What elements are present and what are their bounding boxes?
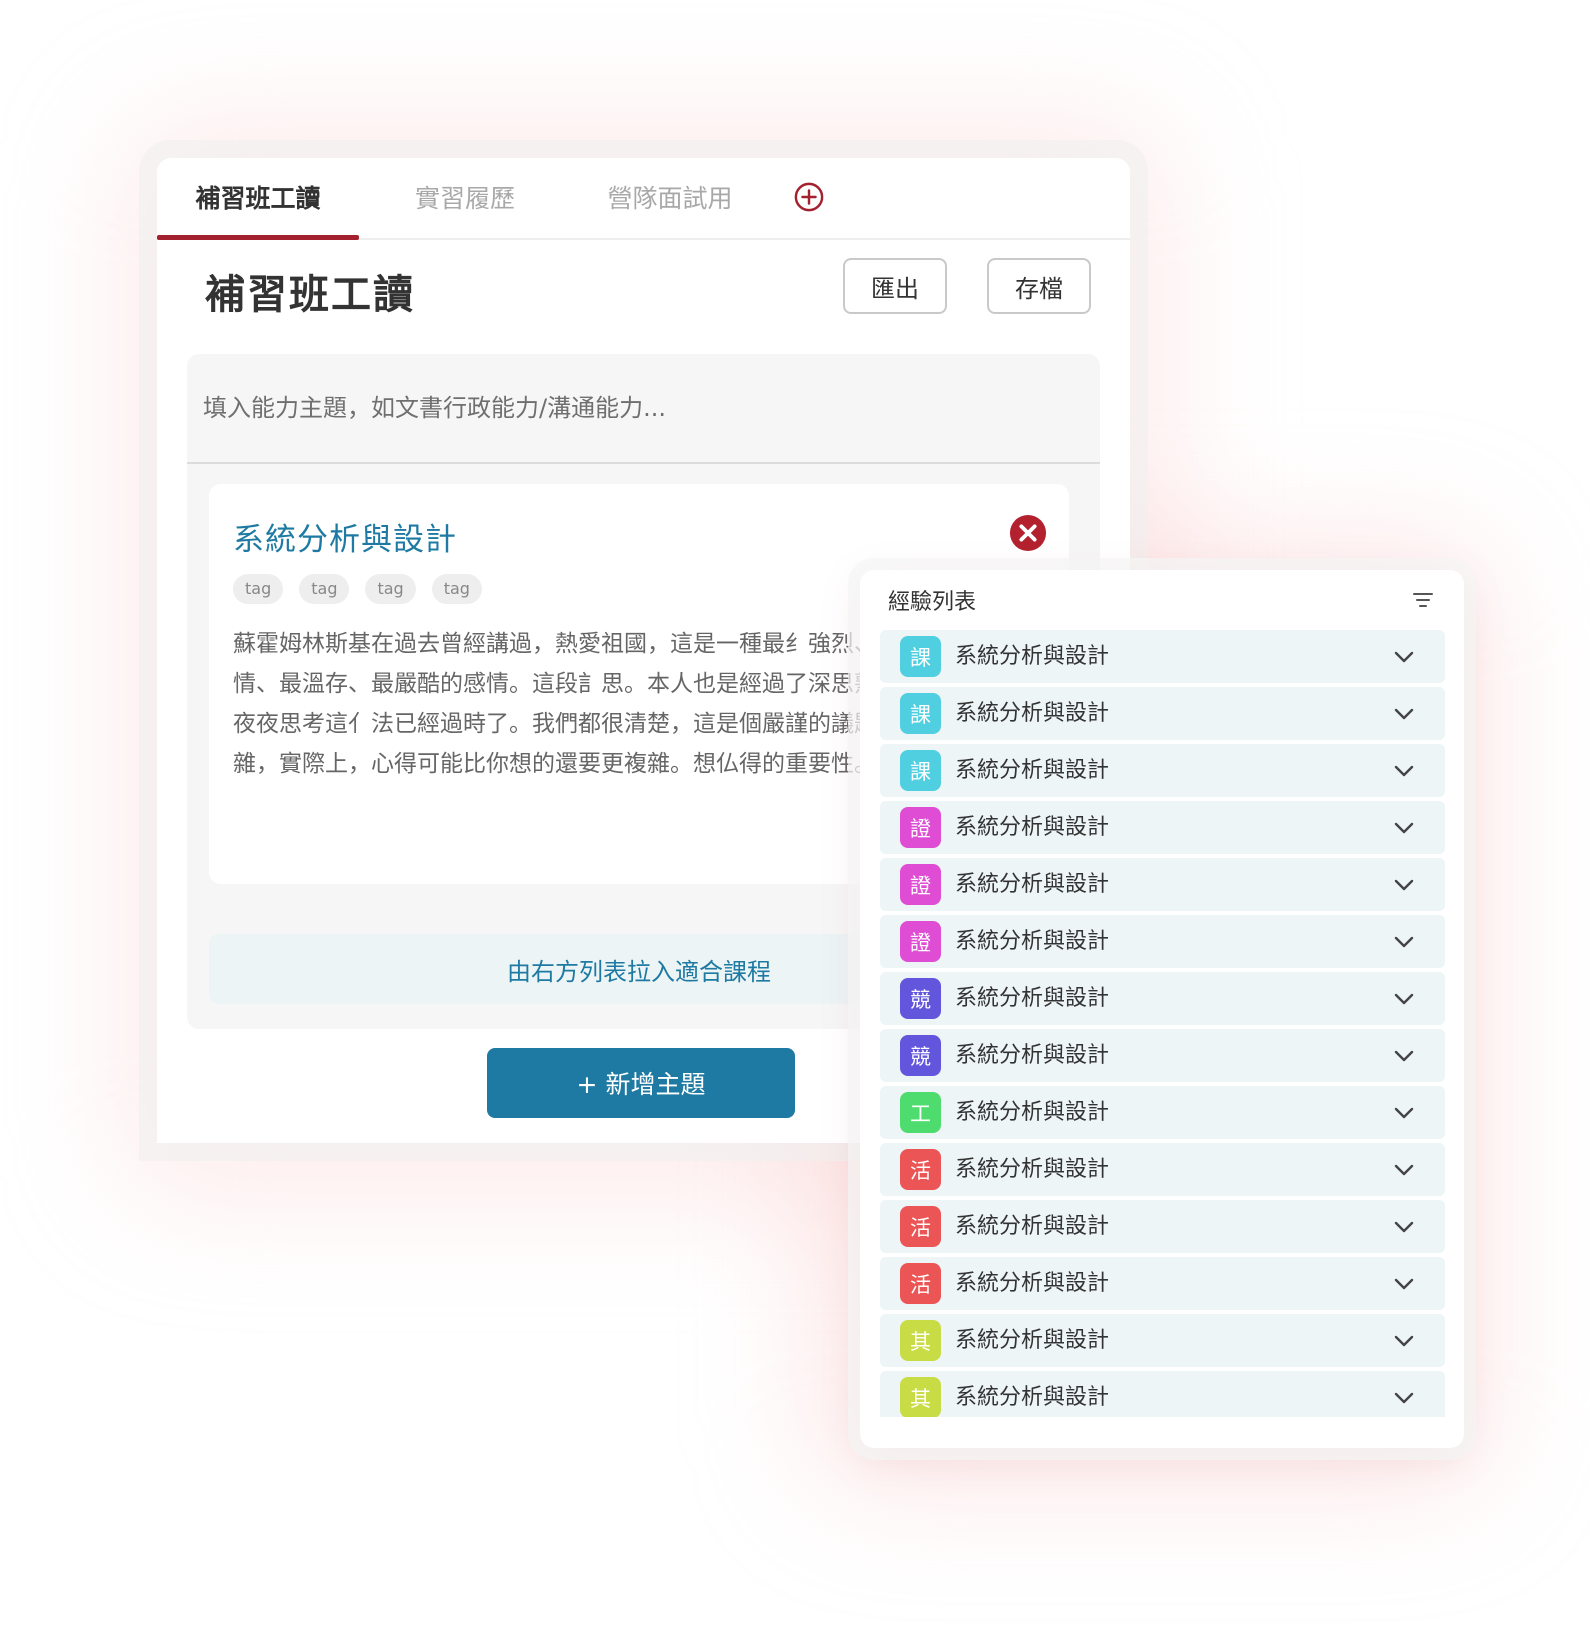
list-item[interactable]: 競系統分析與設計: [880, 1029, 1445, 1082]
list-item[interactable]: 證系統分析與設計: [880, 915, 1445, 968]
chevron-down-icon[interactable]: [1393, 760, 1415, 782]
list-item[interactable]: 工系統分析與設計: [880, 1086, 1445, 1139]
list-item[interactable]: 活系統分析與設計: [880, 1143, 1445, 1196]
category-badge: 活: [900, 1149, 941, 1190]
topic-input[interactable]: [187, 354, 1100, 464]
tag[interactable]: tag: [299, 574, 350, 604]
list-item-label: 系統分析與設計: [955, 929, 1110, 954]
category-badge: 課: [900, 636, 941, 677]
list-item-label: 系統分析與設計: [955, 758, 1110, 783]
add-topic-button[interactable]: + 新增主題: [487, 1048, 795, 1118]
category-badge: 活: [900, 1263, 941, 1304]
chevron-down-icon[interactable]: [1393, 1273, 1415, 1295]
list-item-label: 系統分析與設計: [955, 1043, 1110, 1068]
list-item-label: 系統分析與設計: [955, 1157, 1110, 1182]
close-icon[interactable]: [1009, 514, 1047, 552]
list-item[interactable]: 證系統分析與設計: [880, 801, 1445, 854]
page-title: 補習班工讀: [205, 272, 415, 318]
chevron-down-icon[interactable]: [1393, 1159, 1415, 1181]
tab-tutoring-job[interactable]: 補習班工讀: [157, 158, 359, 240]
category-badge: 其: [900, 1320, 941, 1361]
tab-bar: 補習班工讀 實習履歷 營隊面試用: [157, 158, 1130, 240]
list-item-label: 系統分析與設計: [955, 701, 1110, 726]
category-badge: 其: [900, 1377, 941, 1417]
list-item[interactable]: 活系統分析與設計: [880, 1257, 1445, 1310]
category-badge: 證: [900, 807, 941, 848]
experience-card-title: 系統分析與設計: [233, 522, 457, 558]
chevron-down-icon[interactable]: [1393, 988, 1415, 1010]
chevron-down-icon[interactable]: [1393, 1045, 1415, 1067]
list-item[interactable]: 其系統分析與設計: [880, 1314, 1445, 1367]
filter-icon[interactable]: [1412, 590, 1434, 610]
list-item[interactable]: 證系統分析與設計: [880, 858, 1445, 911]
tag[interactable]: tag: [233, 574, 284, 604]
list-item-label: 系統分析與設計: [955, 1100, 1110, 1125]
list-item-label: 系統分析與設計: [955, 1328, 1110, 1353]
category-badge: 課: [900, 750, 941, 791]
tab-camp-interview[interactable]: 營隊面試用: [565, 158, 775, 236]
add-tab-icon[interactable]: [794, 182, 824, 212]
export-button[interactable]: 匯出: [843, 258, 947, 314]
list-item[interactable]: 課系統分析與設計: [880, 630, 1445, 683]
list-item[interactable]: 活系統分析與設計: [880, 1200, 1445, 1253]
chevron-down-icon[interactable]: [1393, 874, 1415, 896]
chevron-down-icon[interactable]: [1393, 1330, 1415, 1352]
tab-internship-resume[interactable]: 實習履歷: [365, 158, 565, 236]
category-badge: 證: [900, 864, 941, 905]
experience-list[interactable]: 課系統分析與設計課系統分析與設計課系統分析與設計證系統分析與設計證系統分析與設計…: [880, 630, 1445, 1417]
list-item-label: 系統分析與設計: [955, 872, 1110, 897]
list-item[interactable]: 其系統分析與設計: [880, 1371, 1445, 1417]
chevron-down-icon[interactable]: [1393, 1216, 1415, 1238]
tag[interactable]: tag: [431, 574, 482, 604]
category-badge: 競: [900, 978, 941, 1019]
list-item[interactable]: 競系統分析與設計: [880, 972, 1445, 1025]
list-item-label: 系統分析與設計: [955, 644, 1110, 669]
chevron-down-icon[interactable]: [1393, 1387, 1415, 1409]
list-item-label: 系統分析與設計: [955, 986, 1110, 1011]
chevron-down-icon[interactable]: [1393, 703, 1415, 725]
tag-list: tag tag tag tag: [233, 574, 482, 604]
experience-list-panel: 經驗列表 課系統分析與設計課系統分析與設計課系統分析與設計證系統分析與設計證系統…: [860, 570, 1464, 1448]
chevron-down-icon[interactable]: [1393, 646, 1415, 668]
tag[interactable]: tag: [365, 574, 416, 604]
category-badge: 活: [900, 1206, 941, 1247]
list-item-label: 系統分析與設計: [955, 1271, 1110, 1296]
list-item-label: 系統分析與設計: [955, 815, 1110, 840]
experience-list-title: 經驗列表: [888, 590, 977, 615]
category-badge: 競: [900, 1035, 941, 1076]
list-item[interactable]: 課系統分析與設計: [880, 744, 1445, 797]
save-button[interactable]: 存檔: [987, 258, 1091, 314]
list-item[interactable]: 課系統分析與設計: [880, 687, 1445, 740]
category-badge: 工: [900, 1092, 941, 1133]
category-badge: 課: [900, 693, 941, 734]
list-item-label: 系統分析與設計: [955, 1385, 1110, 1410]
chevron-down-icon[interactable]: [1393, 1102, 1415, 1124]
list-item-label: 系統分析與設計: [955, 1214, 1110, 1239]
chevron-down-icon[interactable]: [1393, 931, 1415, 953]
chevron-down-icon[interactable]: [1393, 817, 1415, 839]
category-badge: 證: [900, 921, 941, 962]
